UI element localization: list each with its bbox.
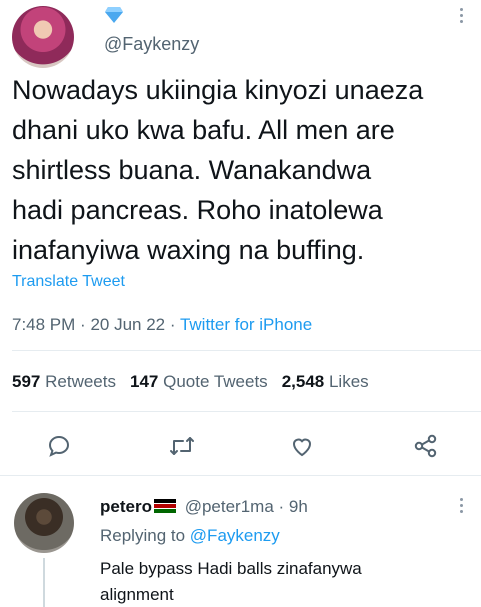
divider <box>12 350 481 351</box>
divider <box>0 475 481 476</box>
replying-to: Replying to @Faykenzy <box>100 526 280 546</box>
translate-tweet-link[interactable]: Translate Tweet <box>12 273 125 291</box>
tweet-date[interactable]: 20 Jun 22 <box>90 315 165 334</box>
reply-avatar[interactable] <box>14 493 74 553</box>
tweet-time[interactable]: 7:48 PM <box>12 315 75 334</box>
likes-stat[interactable]: 2,548 Likes <box>282 372 369 391</box>
tweet-line: Nowadays ukiingia kinyozi unaeza <box>12 75 424 105</box>
reply-header: petero @peter1ma · 9h <box>100 497 308 517</box>
tweet-line: inafanyiwa waxing na buffing. <box>12 235 365 265</box>
meta-separator: · <box>169 315 180 334</box>
replying-to-mention[interactable]: @Faykenzy <box>190 526 280 545</box>
reply-icon[interactable] <box>45 432 73 460</box>
meta-separator: · <box>80 315 91 334</box>
tweet-line: dhani uko kwa bafu. All men are <box>12 115 395 145</box>
reply-line: Pale bypass Hadi balls zinafanywa <box>100 559 362 578</box>
tweet-stats: 597 Retweets 147 Quote Tweets 2,548 Likes <box>12 372 369 392</box>
tweet-text: Nowadays ukiingia kinyozi unaeza dhani u… <box>12 70 474 270</box>
like-icon[interactable] <box>288 432 316 460</box>
retweets-count: 597 <box>12 372 41 391</box>
quote-tweets-label: Quote Tweets <box>163 372 268 391</box>
tweet-source-link[interactable]: Twitter for iPhone <box>180 315 312 334</box>
tweet-line: hadi pancreas. Roho inatolewa <box>12 195 383 225</box>
reply-author-name[interactable]: petero <box>100 497 152 516</box>
reply-text: Pale bypass Hadi balls zinafanywa alignm… <box>100 556 460 607</box>
kenya-flag-icon <box>153 499 176 513</box>
reply-line: alignment <box>100 585 174 604</box>
more-options-icon[interactable] <box>458 498 464 513</box>
diamond-icon <box>104 6 124 29</box>
replying-to-prefix: Replying to <box>100 526 186 545</box>
meta-separator: · <box>278 497 289 516</box>
author-handle[interactable]: @Faykenzy <box>104 34 199 55</box>
more-options-icon[interactable] <box>458 8 464 23</box>
divider <box>12 411 481 412</box>
tweet-line: shirtless buana. Wanakandwa <box>12 155 372 185</box>
share-icon[interactable] <box>412 432 440 460</box>
retweets-stat[interactable]: 597 Retweets <box>12 372 116 391</box>
thread-line <box>43 558 45 607</box>
quote-tweets-stat[interactable]: 147 Quote Tweets <box>130 372 268 391</box>
quote-tweets-count: 147 <box>129 372 159 391</box>
likes-count: 2,548 <box>281 372 325 391</box>
reply-author-handle[interactable]: @peter1ma <box>185 497 274 516</box>
retweet-icon[interactable] <box>168 432 196 460</box>
tweet-meta: 7:48 PM · 20 Jun 22 · Twitter for iPhone <box>12 315 312 335</box>
author-avatar[interactable] <box>12 6 74 68</box>
reply-time[interactable]: 9h <box>289 497 308 516</box>
retweets-label: Retweets <box>45 372 116 391</box>
tweet-actions <box>0 432 481 460</box>
likes-label: Likes <box>328 372 369 391</box>
